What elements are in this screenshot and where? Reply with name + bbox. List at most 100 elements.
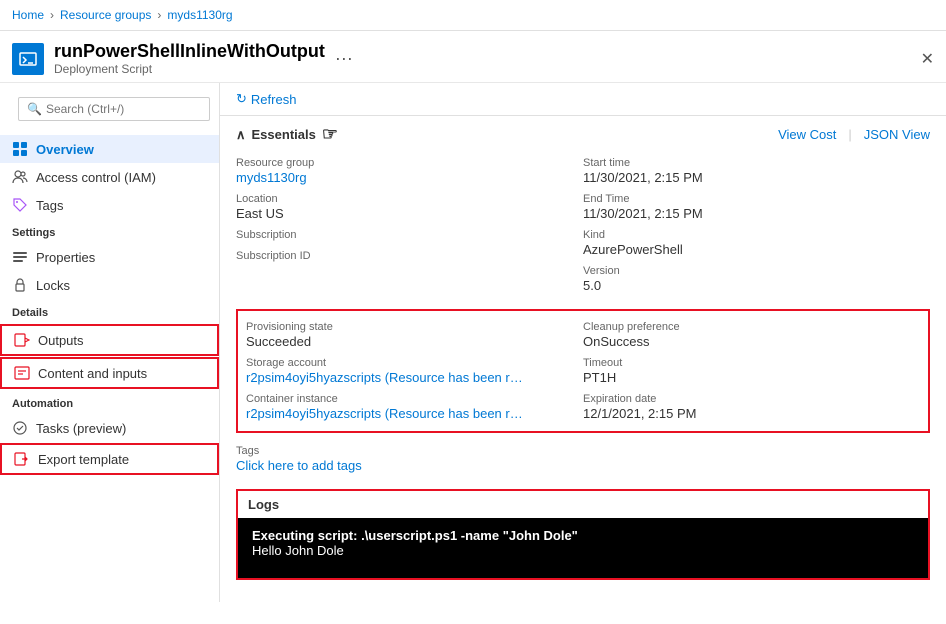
refresh-button[interactable]: ↻ Refresh	[236, 91, 296, 107]
tags-label: Tags	[236, 445, 930, 457]
tags-add-link[interactable]: Click here to add tags	[236, 458, 362, 473]
toolbar: ↻ Refresh	[220, 83, 946, 116]
breadcrumb-resource-groups[interactable]: Resource groups	[60, 8, 151, 22]
version-item: Version 5.0	[583, 261, 930, 297]
location-item: Location East US	[236, 189, 583, 225]
logs-section: Logs Executing script: .\userscript.ps1 …	[236, 489, 930, 580]
location-value: East US	[236, 206, 583, 221]
automation-section-label: Automation	[0, 390, 219, 414]
view-cost-link[interactable]: View Cost	[778, 127, 836, 142]
sidebar-item-export-template-label: Export template	[38, 452, 129, 467]
tasks-icon	[12, 420, 28, 436]
cleanup-pref-value: OnSuccess	[583, 334, 920, 349]
expiration-date-value: 12/1/2021, 2:15 PM	[583, 406, 920, 421]
sidebar-item-properties[interactable]: Properties	[0, 243, 219, 271]
sidebar-item-iam-label: Access control (IAM)	[36, 170, 156, 185]
properties-icon	[12, 249, 28, 265]
end-time-value: 11/30/2021, 2:15 PM	[583, 206, 930, 221]
outputs-icon	[14, 332, 30, 348]
timeout-label: Timeout	[583, 357, 920, 369]
json-view-link[interactable]: JSON View	[864, 127, 930, 142]
storage-account-label: Storage account	[246, 357, 583, 369]
sidebar-item-locks[interactable]: Locks	[0, 271, 219, 299]
close-button[interactable]: ✕	[921, 49, 934, 69]
essentials-top-grid: Resource group myds1130rg Location East …	[220, 153, 946, 305]
resource-group-item: Resource group myds1130rg	[236, 153, 583, 189]
end-time-item: End Time 11/30/2021, 2:15 PM	[583, 189, 930, 225]
timeout-item: Timeout PT1H	[583, 353, 920, 389]
sidebar-item-tasks[interactable]: Tasks (preview)	[0, 414, 219, 442]
sidebar-item-content-inputs-label: Content and inputs	[38, 366, 147, 381]
sidebar-item-overview[interactable]: Overview	[0, 135, 219, 163]
provisioning-state-value: Succeeded	[246, 334, 583, 349]
logs-body: Executing script: .\userscript.ps1 -name…	[238, 518, 928, 578]
subscription-id-item: Subscription ID	[236, 246, 583, 267]
settings-section-label: Settings	[0, 219, 219, 243]
version-value: 5.0	[583, 278, 930, 293]
expiration-date-label: Expiration date	[583, 393, 920, 405]
sidebar-item-locks-label: Locks	[36, 278, 70, 293]
provisioning-state-label: Provisioning state	[246, 321, 583, 333]
sidebar-item-export-template[interactable]: Export template	[0, 443, 219, 475]
version-label: Version	[583, 265, 930, 277]
deployment-script-icon	[12, 43, 44, 75]
sidebar: 🔍 « Overview Access control (IAM) Tags	[0, 83, 220, 602]
sidebar-item-tags-label: Tags	[36, 198, 63, 213]
essentials-collapse-icon[interactable]: ∧	[236, 127, 246, 143]
start-time-value: 11/30/2021, 2:15 PM	[583, 170, 930, 185]
sidebar-item-tags[interactable]: Tags	[0, 191, 219, 219]
overview-icon	[12, 141, 28, 157]
cursor: ☞	[322, 124, 338, 145]
refresh-icon: ↻	[236, 91, 247, 107]
title-area: runPowerShellInlineWithOutput Deployment…	[0, 31, 946, 83]
export-icon	[14, 451, 30, 467]
subscription-label: Subscription	[236, 229, 583, 241]
essentials-actions: View Cost | JSON View	[778, 127, 930, 142]
container-instance-label: Container instance	[246, 393, 583, 405]
resource-group-value[interactable]: myds1130rg	[236, 170, 516, 185]
iam-icon	[12, 169, 28, 185]
locks-icon	[12, 277, 28, 293]
resource-type: Deployment Script	[54, 62, 325, 76]
search-input[interactable]	[46, 102, 201, 116]
resource-title: runPowerShellInlineWithOutput Deployment…	[54, 41, 325, 76]
resource-name: runPowerShellInlineWithOutput	[54, 41, 325, 62]
more-options-button[interactable]: ···	[335, 48, 353, 69]
refresh-label: Refresh	[251, 92, 297, 107]
start-time-label: Start time	[583, 157, 930, 169]
location-label: Location	[236, 193, 583, 205]
main-content: ↻ Refresh ∧ Essentials ☞ View Cost | JSO…	[220, 83, 946, 602]
highlighted-essentials-box: Provisioning state Succeeded Storage acc…	[236, 309, 930, 433]
logs-line2: Hello John Dole	[252, 543, 914, 558]
subscription-id-label: Subscription ID	[236, 250, 583, 262]
kind-label: Kind	[583, 229, 930, 241]
kind-item: Kind AzurePowerShell	[583, 225, 930, 261]
sidebar-item-outputs[interactable]: Outputs	[0, 324, 219, 356]
essentials-header: ∧ Essentials ☞ View Cost | JSON View	[220, 116, 946, 153]
sidebar-item-iam[interactable]: Access control (IAM)	[0, 163, 219, 191]
sidebar-item-overview-label: Overview	[36, 142, 94, 157]
tags-icon	[12, 197, 28, 213]
essentials-title-label: Essentials	[252, 127, 316, 142]
cleanup-pref-label: Cleanup preference	[583, 321, 920, 333]
tags-section: Tags Click here to add tags	[220, 441, 946, 481]
subscription-item: Subscription	[236, 225, 583, 246]
cleanup-pref-item: Cleanup preference OnSuccess	[583, 317, 920, 353]
container-instance-item: Container instance r2psim4oyi5hyazscript…	[246, 389, 583, 425]
timeout-value: PT1H	[583, 370, 920, 385]
breadcrumb-myds1130rg[interactable]: myds1130rg	[167, 8, 232, 22]
kind-value: AzurePowerShell	[583, 242, 930, 257]
breadcrumb: Home › Resource groups › myds1130rg	[0, 0, 946, 31]
search-icon: 🔍	[27, 102, 42, 116]
storage-account-value[interactable]: r2psim4oyi5hyazscripts (Resource has bee…	[246, 370, 526, 385]
start-time-item: Start time 11/30/2021, 2:15 PM	[583, 153, 930, 189]
provisioning-state-item: Provisioning state Succeeded	[246, 317, 583, 353]
container-instance-value[interactable]: r2psim4oyi5hyazscripts (Resource has bee…	[246, 406, 526, 421]
expiration-date-item: Expiration date 12/1/2021, 2:15 PM	[583, 389, 920, 425]
breadcrumb-home[interactable]: Home	[12, 8, 44, 22]
sidebar-item-tasks-label: Tasks (preview)	[36, 421, 126, 436]
content-inputs-icon	[14, 365, 30, 381]
resource-group-label: Resource group	[236, 157, 583, 169]
sidebar-item-content-inputs[interactable]: Content and inputs	[0, 357, 219, 389]
logs-header: Logs	[238, 491, 928, 518]
